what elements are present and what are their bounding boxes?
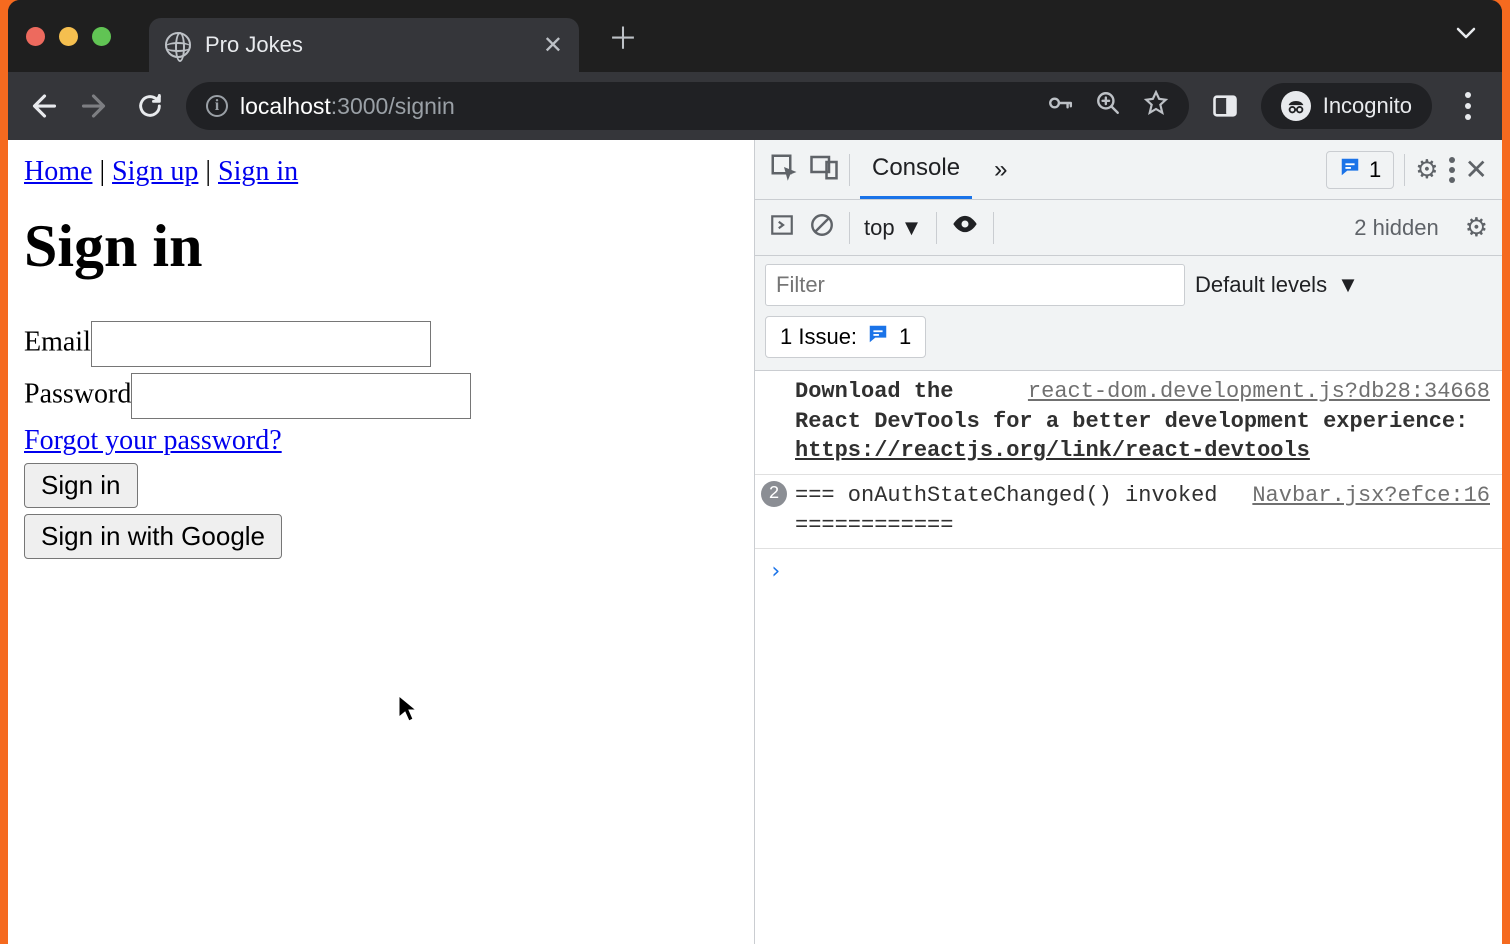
nav-signin-link[interactable]: Sign in (218, 156, 298, 187)
email-input[interactable] (91, 321, 431, 367)
address-bar[interactable]: i localhost:3000/signin (186, 82, 1189, 130)
console-toolbar: top▼ 2 hidden ⚙ (755, 200, 1502, 256)
tab-title: Pro Jokes (205, 32, 303, 58)
console-filter-input[interactable] (765, 264, 1185, 306)
chevron-down-icon: ▼ (1337, 272, 1359, 298)
signin-google-button[interactable]: Sign in with Google (24, 514, 282, 559)
page-title: Sign in (24, 212, 738, 281)
close-tab-button[interactable]: ✕ (543, 31, 563, 60)
forward-button[interactable] (78, 88, 114, 124)
console-sidebar-toggle[interactable] (769, 212, 795, 244)
incognito-chip[interactable]: Incognito (1261, 83, 1432, 129)
devtools-settings-button[interactable]: ⚙ (1415, 154, 1438, 185)
inspect-element-button[interactable] (769, 152, 799, 187)
window-minimize-button[interactable] (59, 27, 78, 46)
console-filter-row: Default levels ▼ 1 Issue: 1 (755, 256, 1502, 371)
nav-home-link[interactable]: Home (24, 156, 92, 187)
bookmark-star-icon[interactable] (1143, 90, 1169, 122)
console-messages[interactable]: react-dom.development.js?db28:34668 Down… (755, 371, 1502, 944)
more-tabs-button[interactable]: » (982, 142, 1019, 198)
signin-button[interactable]: Sign in (24, 463, 138, 508)
side-panel-button[interactable] (1207, 88, 1243, 124)
browser-menu-button[interactable] (1450, 88, 1486, 124)
url-host: localhost (240, 93, 331, 119)
password-key-icon[interactable] (1047, 90, 1073, 122)
url-path: :3000/signin (331, 93, 455, 119)
hidden-messages-label[interactable]: 2 hidden (1354, 215, 1438, 241)
tab-strip: Pro Jokes ✕ ＋ (8, 0, 1502, 72)
devtools-close-button[interactable]: ✕ (1465, 153, 1488, 186)
window-close-button[interactable] (26, 27, 45, 46)
window-controls (26, 27, 111, 46)
password-label: Password (24, 378, 131, 409)
issues-count: 1 (1369, 157, 1381, 183)
page-content: Home | Sign up | Sign in Sign in Email P… (8, 140, 754, 944)
message-body: === onAuthStateChanged() invoked =======… (795, 483, 1217, 538)
execution-context-dropdown[interactable]: top▼ (864, 215, 922, 241)
forgot-password-link[interactable]: Forgot your password? (24, 425, 282, 456)
live-expression-button[interactable] (951, 210, 979, 245)
new-tab-button[interactable]: ＋ (603, 14, 643, 58)
all-tabs-button[interactable] (1454, 21, 1478, 51)
console-tab[interactable]: Console (860, 140, 972, 199)
browser-toolbar: i localhost:3000/signin (8, 72, 1502, 140)
devtools-tabs: Console » 1 ⚙ ✕ (755, 140, 1502, 200)
chevron-down-icon: ▼ (901, 215, 923, 241)
log-levels-dropdown[interactable]: Default levels ▼ (1195, 272, 1359, 298)
message-icon (1339, 156, 1361, 184)
message-source-link[interactable]: react-dom.development.js?db28:34668 (1028, 377, 1490, 407)
zoom-icon[interactable] (1095, 90, 1121, 122)
mouse-cursor-icon (398, 695, 418, 730)
message-source-link[interactable]: Navbar.jsx?efce:16 (1252, 481, 1490, 511)
incognito-label: Incognito (1323, 93, 1412, 119)
reload-button[interactable] (132, 88, 168, 124)
site-info-icon[interactable]: i (206, 95, 228, 117)
console-message: react-dom.development.js?db28:34668 Down… (755, 371, 1502, 475)
page-nav: Home | Sign up | Sign in (24, 156, 738, 188)
message-link[interactable]: https://reactjs.org/link/react-devtools (795, 438, 1310, 463)
console-prompt[interactable]: › (755, 549, 1502, 594)
issues-button[interactable]: 1 Issue: 1 (765, 316, 926, 358)
nav-separator: | (92, 156, 112, 187)
device-toolbar-button[interactable] (809, 152, 839, 187)
window-maximize-button[interactable] (92, 27, 111, 46)
devtools-menu-button[interactable] (1449, 157, 1455, 183)
console-settings-button[interactable]: ⚙ (1465, 212, 1488, 243)
message-count-badge: 2 (761, 481, 787, 507)
incognito-icon (1281, 91, 1311, 121)
nav-signup-link[interactable]: Sign up (112, 156, 198, 187)
devtools-panel: Console » 1 ⚙ ✕ (754, 140, 1502, 944)
back-button[interactable] (24, 88, 60, 124)
email-label: Email (24, 326, 91, 357)
message-icon (867, 323, 889, 351)
browser-tab[interactable]: Pro Jokes ✕ (149, 18, 579, 72)
issues-badge[interactable]: 1 (1326, 151, 1394, 189)
console-message: 2 Navbar.jsx?efce:16 === onAuthStateChan… (755, 475, 1502, 549)
clear-console-button[interactable] (809, 212, 835, 244)
nav-separator: | (198, 156, 218, 187)
password-input[interactable] (131, 373, 471, 419)
globe-icon (165, 32, 191, 58)
